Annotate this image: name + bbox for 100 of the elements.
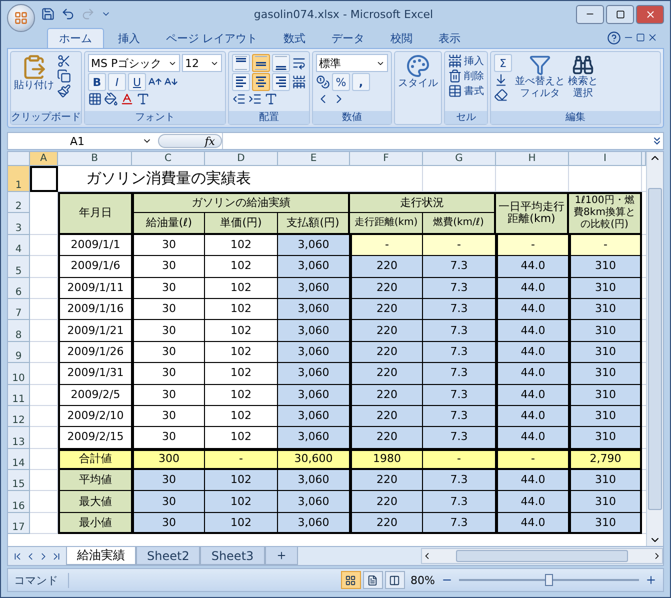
currency-icon[interactable] — [316, 75, 330, 89]
table-cell: 310 — [569, 298, 642, 320]
row-header[interactable]: 6 — [8, 278, 30, 299]
ribbon-tab[interactable]: ホーム — [47, 28, 104, 48]
row-header[interactable]: 12 — [8, 406, 30, 428]
column-heading: 走行距離(km) — [350, 213, 423, 235]
increase-indent-icon[interactable] — [248, 92, 262, 106]
column-header[interactable]: H — [496, 152, 569, 166]
row-header[interactable]: 14 — [8, 448, 30, 470]
row-header[interactable]: 11 — [8, 384, 30, 406]
row-header[interactable]: 7 — [8, 298, 30, 320]
insert-function-button[interactable]: fx — [158, 134, 222, 148]
horizontal-align-button[interactable] — [272, 73, 290, 91]
vertical-align-button[interactable] — [272, 54, 290, 72]
selected-cell[interactable] — [30, 166, 58, 192]
cut-icon[interactable] — [57, 54, 71, 68]
column-header[interactable]: B — [58, 152, 132, 166]
table-cell: 7.3 — [423, 363, 496, 385]
column-header[interactable]: A — [30, 152, 58, 166]
office-logo-button[interactable] — [7, 4, 35, 32]
vertical-align-button[interactable] — [252, 54, 270, 72]
paste-button[interactable]: 貼り付け — [14, 54, 54, 92]
ribbon-tab[interactable]: ページ レイアウト — [154, 28, 270, 48]
borders-icon[interactable] — [88, 92, 102, 106]
undo-icon[interactable] — [61, 7, 75, 21]
row-header[interactable]: 16 — [8, 491, 30, 513]
zoom-in-icon[interactable] — [645, 574, 657, 586]
column-header[interactable]: I — [569, 152, 642, 166]
table-cell: 7.3 — [423, 256, 496, 278]
sheet-tab[interactable]: Sheet3 — [200, 547, 265, 565]
font-name-field[interactable]: MS Pゴシック — [88, 54, 180, 72]
zoom-level[interactable]: 80% — [410, 574, 435, 586]
restore-workbook-icon[interactable] — [636, 33, 645, 42]
row-header[interactable]: 4 — [8, 234, 30, 256]
bold-button[interactable]: B — [88, 73, 106, 91]
row-header[interactable]: 10 — [8, 363, 30, 385]
view-button[interactable] — [340, 571, 361, 589]
column-header[interactable]: F — [350, 152, 423, 166]
delete-button[interactable]: 削除 — [464, 69, 484, 83]
expand-formula-bar-icon[interactable] — [651, 135, 663, 147]
new-sheet-tab[interactable] — [264, 547, 298, 565]
maximize-icon — [616, 10, 624, 18]
row-header[interactable]: 15 — [8, 470, 30, 492]
ribbon-tab[interactable]: データ — [320, 28, 376, 48]
row-header[interactable]: 2 — [8, 192, 30, 214]
table-cell: 3,060 — [278, 234, 350, 256]
zoom-slider-thumb[interactable] — [545, 574, 553, 586]
italic-button[interactable]: I — [108, 73, 126, 91]
format-cells-icon[interactable] — [448, 84, 462, 98]
row-header[interactable]: 1 — [8, 166, 30, 192]
help-icon[interactable] — [607, 30, 621, 44]
format-painter-icon[interactable] — [57, 84, 71, 98]
maximize-button[interactable] — [606, 4, 634, 24]
row-header[interactable]: 13 — [8, 427, 30, 449]
sheet-tab[interactable]: Sheet2 — [136, 547, 200, 565]
first-sheet-icon[interactable] — [12, 550, 23, 562]
view-button[interactable] — [362, 571, 383, 589]
wrap-text-icon[interactable] — [292, 56, 306, 70]
column-header[interactable]: D — [205, 152, 278, 166]
delete-cells-icon[interactable] — [448, 69, 462, 83]
column-header[interactable]: C — [132, 152, 205, 166]
ribbon-tab[interactable]: 数式 — [272, 28, 318, 48]
row-header[interactable]: 9 — [8, 342, 30, 364]
font-size-field[interactable]: 12 — [182, 54, 222, 72]
vertical-align-button[interactable] — [232, 54, 250, 72]
ribbon-tab[interactable]: 表示 — [426, 28, 472, 48]
font-color-icon[interactable] — [120, 92, 134, 106]
close-workbook-icon[interactable] — [647, 32, 658, 43]
horizontal-align-button[interactable] — [232, 73, 250, 91]
sort-filter-button[interactable]: 並べ替えと フィルタ — [515, 54, 565, 100]
clear-icon[interactable] — [494, 88, 508, 102]
row-header[interactable]: 3 — [8, 213, 30, 235]
fill-icon[interactable] — [494, 73, 508, 87]
horizontal-scrollbar[interactable] — [421, 548, 663, 564]
underline-button[interactable]: U — [128, 73, 146, 91]
vertical-scrollbar[interactable] — [646, 152, 663, 546]
column-header[interactable]: G — [423, 152, 496, 166]
align-lines-icon — [255, 56, 267, 70]
sheet-tab[interactable]: 給油実績 — [66, 547, 136, 565]
autosum-button[interactable]: Σ — [494, 54, 512, 72]
format-button[interactable]: 書式 — [464, 84, 484, 98]
fill-color-icon[interactable] — [104, 92, 118, 106]
percent-button[interactable]: % — [332, 73, 350, 91]
number-format-field[interactable]: 標準 — [316, 54, 388, 72]
find-select-button[interactable]: 検索と 選択 — [568, 54, 598, 100]
ribbon-tab[interactable]: 校閲 — [378, 28, 424, 48]
row-header[interactable]: 8 — [8, 320, 30, 342]
copy-icon[interactable] — [57, 69, 71, 83]
decrease-indent-icon[interactable] — [232, 92, 246, 106]
row-header[interactable]: 5 — [8, 256, 30, 278]
comma-button[interactable]: , — [352, 73, 370, 91]
horizontal-align-button[interactable] — [252, 73, 270, 91]
save-icon[interactable] — [41, 7, 55, 21]
insert-button[interactable]: 挿入 — [464, 54, 484, 68]
ribbon-tab[interactable]: 挿入 — [106, 28, 152, 48]
column-header[interactable]: E — [278, 152, 350, 166]
view-button[interactable] — [384, 571, 405, 589]
last-sheet-icon[interactable] — [51, 550, 62, 562]
name-box[interactable]: A1 — [8, 134, 158, 148]
row-header[interactable]: 17 — [8, 512, 30, 534]
